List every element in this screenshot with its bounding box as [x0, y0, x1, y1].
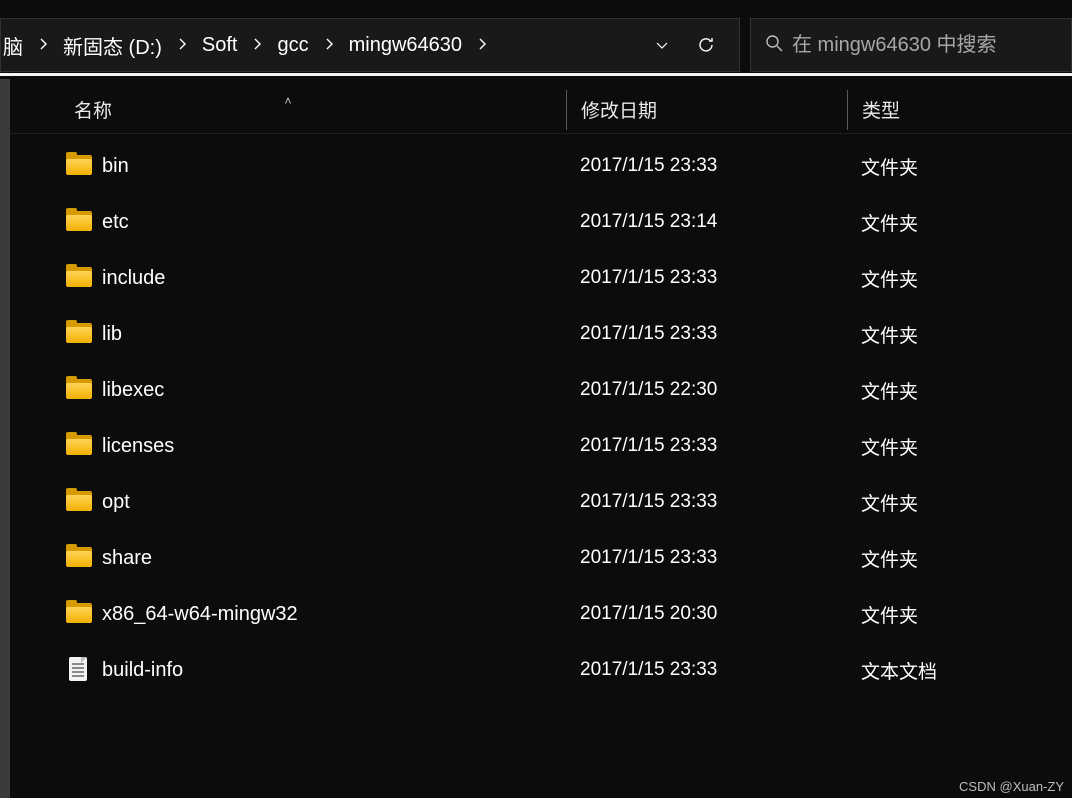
- file-list: bin2017/1/15 23:33文件夹etc2017/1/15 23:14文…: [10, 138, 1072, 778]
- breadcrumb-item[interactable]: 脑: [1, 25, 29, 66]
- file-name: opt: [102, 491, 130, 514]
- columns-header: ˄ 名称 修改日期 类型: [10, 86, 1072, 134]
- breadcrumb-label: Soft: [198, 32, 242, 59]
- folder-icon: [66, 323, 92, 345]
- table-row[interactable]: etc 2017/1/15 23:14文件夹: [10, 194, 1072, 250]
- file-type: 文件夹: [847, 489, 1072, 516]
- file-name: x86_64-w64-mingw32: [102, 603, 298, 626]
- table-row[interactable]: opt 2017/1/15 23:33文件夹: [10, 474, 1072, 530]
- table-row[interactable]: share 2017/1/15 23:33文件夹: [10, 530, 1072, 586]
- sort-indicator-icon: ˄: [284, 94, 291, 108]
- file-type: 文件夹: [847, 321, 1072, 348]
- file-date: 2017/1/15 23:33: [566, 323, 847, 345]
- search-box[interactable]: [750, 18, 1072, 72]
- folder-icon: [66, 155, 92, 177]
- file-date: 2017/1/15 23:14: [566, 211, 847, 233]
- left-gutter: [0, 79, 10, 798]
- file-type: 文件夹: [847, 265, 1072, 292]
- chevron-right-icon[interactable]: [168, 37, 196, 53]
- folder-icon: [66, 267, 92, 289]
- file-name: licenses: [102, 435, 174, 458]
- chevron-right-icon[interactable]: [29, 37, 57, 53]
- address-box: 脑新固态 (D:) Soft gcc mingw64630: [0, 18, 740, 72]
- history-dropdown[interactable]: [645, 37, 679, 53]
- address-toolbar: 脑新固态 (D:) Soft gcc mingw64630: [0, 0, 1072, 76]
- table-row[interactable]: bin 2017/1/15 23:33文件夹: [10, 138, 1072, 194]
- file-type: 文件夹: [847, 545, 1072, 572]
- file-name: bin: [102, 155, 129, 178]
- file-name: etc: [102, 211, 129, 234]
- breadcrumb-label: 脑: [1, 29, 27, 62]
- file-type: 文件夹: [847, 433, 1072, 460]
- file-date: 2017/1/15 23:33: [566, 435, 847, 457]
- breadcrumb-item[interactable]: Soft: [196, 28, 244, 63]
- column-date-label: 修改日期: [581, 101, 657, 122]
- breadcrumb-item[interactable]: mingw64630: [343, 28, 468, 63]
- file-name: share: [102, 547, 152, 570]
- file-date: 2017/1/15 23:33: [566, 547, 847, 569]
- file-name: include: [102, 267, 165, 290]
- folder-icon: [66, 435, 92, 457]
- breadcrumb-item[interactable]: gcc: [271, 28, 314, 63]
- file-date: 2017/1/15 23:33: [566, 659, 847, 681]
- text-file-icon: [66, 659, 92, 681]
- file-type: 文件夹: [847, 377, 1072, 404]
- folder-icon: [66, 379, 92, 401]
- breadcrumb: 脑新固态 (D:) Soft gcc mingw64630: [1, 25, 645, 66]
- file-date: 2017/1/15 23:33: [566, 155, 847, 177]
- table-row[interactable]: licenses 2017/1/15 23:33文件夹: [10, 418, 1072, 474]
- folder-icon: [66, 603, 92, 625]
- refresh-button[interactable]: [689, 35, 723, 55]
- table-row[interactable]: lib 2017/1/15 23:33文件夹: [10, 306, 1072, 362]
- column-header-name[interactable]: ˄ 名称: [10, 96, 566, 123]
- search-input[interactable]: [792, 34, 1057, 57]
- chevron-right-icon[interactable]: [468, 37, 496, 53]
- file-date: 2017/1/15 23:33: [566, 267, 847, 289]
- file-name: build-info: [102, 659, 183, 682]
- column-type-label: 类型: [862, 101, 900, 122]
- search-icon: [765, 34, 792, 57]
- column-header-date[interactable]: 修改日期: [567, 96, 847, 123]
- watermark: CSDN @Xuan-ZY: [959, 779, 1064, 794]
- table-row[interactable]: build-info 2017/1/15 23:33文本文档: [10, 642, 1072, 698]
- folder-icon: [66, 211, 92, 233]
- folder-icon: [66, 547, 92, 569]
- file-type: 文本文档: [847, 657, 1072, 684]
- file-type: 文件夹: [847, 601, 1072, 628]
- file-date: 2017/1/15 20:30: [566, 603, 847, 625]
- file-name: libexec: [102, 379, 164, 402]
- file-date: 2017/1/15 23:33: [566, 491, 847, 513]
- breadcrumb-label: mingw64630: [345, 32, 466, 59]
- column-header-type[interactable]: 类型: [848, 96, 1072, 123]
- breadcrumb-item[interactable]: 新固态 (D:): [57, 25, 168, 66]
- table-row[interactable]: x86_64-w64-mingw32 2017/1/15 20:30文件夹: [10, 586, 1072, 642]
- file-date: 2017/1/15 22:30: [566, 379, 847, 401]
- file-type: 文件夹: [847, 209, 1072, 236]
- table-row[interactable]: include 2017/1/15 23:33文件夹: [10, 250, 1072, 306]
- chevron-right-icon[interactable]: [315, 37, 343, 53]
- file-name: lib: [102, 323, 122, 346]
- breadcrumb-label: 新固态 (D:): [59, 29, 166, 62]
- breadcrumb-label: gcc: [273, 32, 312, 59]
- file-type: 文件夹: [847, 153, 1072, 180]
- table-row[interactable]: libexec 2017/1/15 22:30文件夹: [10, 362, 1072, 418]
- column-name-label: 名称: [74, 101, 112, 122]
- chevron-right-icon[interactable]: [243, 37, 271, 53]
- folder-icon: [66, 491, 92, 513]
